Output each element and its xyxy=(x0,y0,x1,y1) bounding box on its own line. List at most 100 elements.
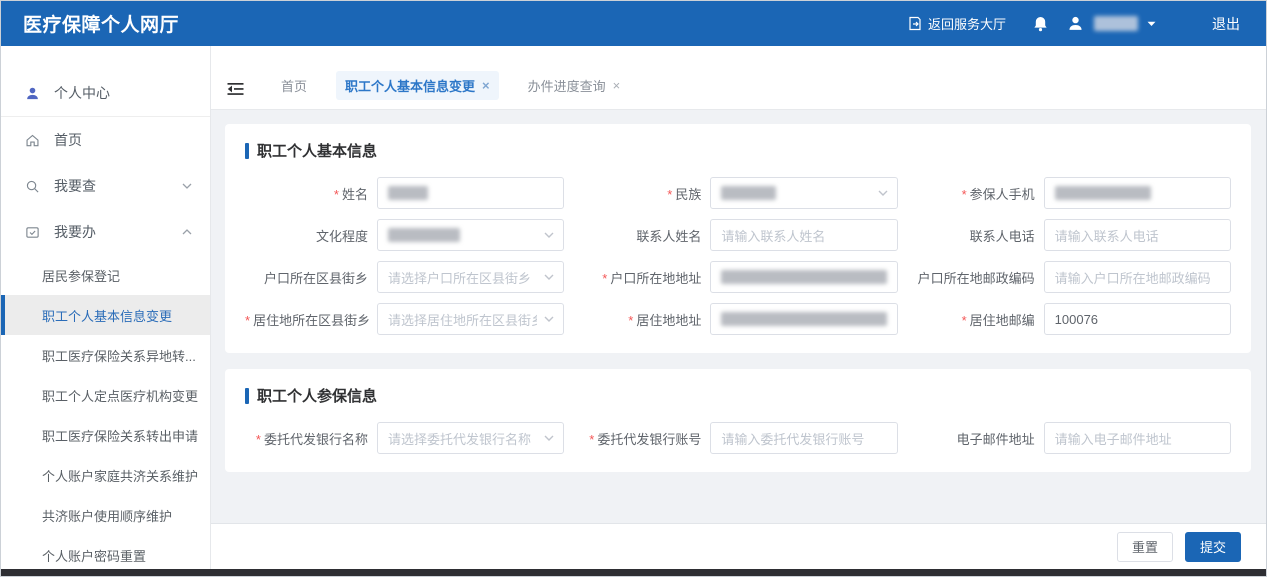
sidebar-subitem-label: 共济账户使用顺序维护 xyxy=(42,506,172,525)
section-title-text: 职工个人基本信息 xyxy=(257,140,377,161)
form-field-residence-district: *居住地所在区县街乡请选择居住地所在区县街乡 xyxy=(245,303,564,335)
form-field-hukou-address: *户口所在地地址 xyxy=(578,261,897,293)
redacted-value xyxy=(388,186,428,200)
field-placeholder: 请输入电子邮件地址 xyxy=(1055,429,1172,448)
required-asterisk: * xyxy=(667,187,672,202)
select-hukou-district[interactable]: 请选择户口所在区县街乡 xyxy=(377,261,564,293)
return-hall-label: 返回服务大厅 xyxy=(928,14,1006,33)
section-title: 职工个人基本信息 xyxy=(245,140,1231,161)
field-placeholder: 请选择委托代发银行名称 xyxy=(388,429,531,448)
sidebar-item-query[interactable]: 我要查 xyxy=(1,163,210,209)
sidebar-item-label: 我要办 xyxy=(54,222,182,242)
chevron-down-icon xyxy=(544,274,554,280)
input-name[interactable] xyxy=(377,177,564,209)
window-bottom-bar xyxy=(1,569,1266,576)
form-field-bank-name: *委托代发银行名称请选择委托代发银行名称 xyxy=(245,422,564,454)
sidebar-subitem[interactable]: 职工医疗保险关系异地转... xyxy=(1,335,210,375)
app-window: 医疗保障个人网厅 返回服务大厅 退出 xyxy=(0,0,1267,577)
field-label: 联系人姓名 xyxy=(578,226,710,245)
sidebar-item-label: 首页 xyxy=(54,130,82,150)
user-icon[interactable] xyxy=(1067,15,1084,32)
sidebar-item-personal-center[interactable]: 个人中心 xyxy=(1,70,210,116)
logout-button[interactable]: 退出 xyxy=(1212,14,1240,34)
input-hukou-address[interactable] xyxy=(710,261,897,293)
input-bank-account[interactable]: 请输入委托代发银行账号 xyxy=(710,422,897,454)
bell-icon[interactable] xyxy=(1032,15,1049,33)
required-asterisk: * xyxy=(962,313,967,328)
required-asterisk: * xyxy=(602,271,607,286)
form-field-hukou-district: 户口所在区县街乡请选择户口所在区县街乡 xyxy=(245,261,564,293)
document-return-icon xyxy=(908,16,922,31)
form-field-contact-phone: 联系人电话请输入联系人电话 xyxy=(912,219,1231,251)
sidebar-subitem-label: 个人账户密码重置 xyxy=(42,546,146,565)
tab-progress-query[interactable]: 办件进度查询 × xyxy=(519,71,630,100)
input-residence-address[interactable] xyxy=(710,303,897,335)
title-accent-bar xyxy=(245,388,249,404)
form-field-hukou-postcode: 户口所在地邮政编码请输入户口所在地邮政编码 xyxy=(912,261,1231,293)
username-redacted[interactable] xyxy=(1094,16,1138,31)
input-contact-name[interactable]: 请输入联系人姓名 xyxy=(710,219,897,251)
caret-down-icon[interactable] xyxy=(1147,21,1156,27)
form-field-email: 电子邮件地址请输入电子邮件地址 xyxy=(912,422,1231,454)
tab-home[interactable]: 首页 xyxy=(272,71,316,100)
sidebar-subitem[interactable]: 个人账户密码重置 xyxy=(1,535,210,569)
close-icon[interactable]: × xyxy=(613,79,621,92)
reset-button[interactable]: 重置 xyxy=(1117,532,1173,562)
tasks-icon xyxy=(24,225,41,240)
form-field-ethnicity: *民族 xyxy=(578,177,897,209)
submit-button[interactable]: 提交 xyxy=(1185,532,1241,562)
field-placeholder: 请输入联系人姓名 xyxy=(721,226,825,245)
field-label: *参保人手机 xyxy=(912,184,1044,203)
form-field-education: 文化程度 xyxy=(245,219,564,251)
form-grid: *委托代发银行名称请选择委托代发银行名称 *委托代发银行账号请输入委托代发银行账号… xyxy=(245,422,1231,454)
input-email[interactable]: 请输入电子邮件地址 xyxy=(1044,422,1231,454)
section-title-text: 职工个人参保信息 xyxy=(257,385,377,406)
required-asterisk: * xyxy=(256,432,261,447)
field-placeholder: 请输入户口所在地邮政编码 xyxy=(1055,268,1211,287)
sidebar-subitem[interactable]: 个人账户家庭共济关系维护 xyxy=(1,455,210,495)
field-label: *姓名 xyxy=(245,184,377,203)
search-icon xyxy=(24,179,41,194)
redacted-value xyxy=(721,270,886,284)
field-label: *委托代发银行名称 xyxy=(245,429,377,448)
field-placeholder: 请选择居住地所在区县街乡 xyxy=(388,310,537,329)
select-residence-district[interactable]: 请选择居住地所在区县街乡 xyxy=(377,303,564,335)
sidebar-item-handle[interactable]: 我要办 xyxy=(1,209,210,255)
sidebar: 个人中心 首页 我要查 xyxy=(1,46,211,569)
sidebar-subitem[interactable]: 共济账户使用顺序维护 xyxy=(1,495,210,535)
sidebar-subitem[interactable]: 居民参保登记 xyxy=(1,255,210,295)
input-insured-mobile[interactable] xyxy=(1044,177,1231,209)
section-insure-info: 职工个人参保信息 *委托代发银行名称请选择委托代发银行名称 *委托代发银行账号请输… xyxy=(225,369,1251,472)
field-label: *居住地所在区县街乡 xyxy=(245,310,377,329)
select-bank-name[interactable]: 请选择委托代发银行名称 xyxy=(377,422,564,454)
sidebar-subitem-label: 居民参保登记 xyxy=(42,266,120,285)
sidebar-submenu: 居民参保登记职工个人基本信息变更职工医疗保险关系异地转...职工个人定点医疗机构… xyxy=(1,255,210,569)
form-field-bank-account: *委托代发银行账号请输入委托代发银行账号 xyxy=(578,422,897,454)
form-field-insured-mobile: *参保人手机 xyxy=(912,177,1231,209)
chevron-down-icon xyxy=(544,435,554,441)
collapse-sidebar-icon[interactable] xyxy=(221,78,252,100)
chevron-down-icon xyxy=(878,190,888,196)
chevron-down-icon xyxy=(544,232,554,238)
input-contact-phone[interactable]: 请输入联系人电话 xyxy=(1044,219,1231,251)
chevron-down-icon xyxy=(182,183,192,189)
select-ethnicity[interactable] xyxy=(710,177,897,209)
tab-employee-info-change[interactable]: 职工个人基本信息变更 × xyxy=(336,71,499,100)
sidebar-subitem[interactable]: 职工个人基本信息变更 xyxy=(1,295,210,335)
return-hall-link[interactable]: 返回服务大厅 xyxy=(908,14,1006,33)
form-field-residence-postcode: *居住地邮编100076 xyxy=(912,303,1231,335)
sidebar-item-home[interactable]: 首页 xyxy=(1,117,210,163)
sidebar-item-label: 我要查 xyxy=(54,176,182,196)
sidebar-subitem[interactable]: 职工医疗保险关系转出申请 xyxy=(1,415,210,455)
input-hukou-postcode[interactable]: 请输入户口所在地邮政编码 xyxy=(1044,261,1231,293)
chevron-down-icon xyxy=(544,316,554,322)
form-field-name: *姓名 xyxy=(245,177,564,209)
input-residence-postcode[interactable]: 100076 xyxy=(1044,303,1231,335)
select-education[interactable] xyxy=(377,219,564,251)
close-icon[interactable]: × xyxy=(482,79,490,92)
sidebar-subitem[interactable]: 职工个人定点医疗机构变更 xyxy=(1,375,210,415)
field-label: *居住地地址 xyxy=(578,310,710,329)
field-label: 电子邮件地址 xyxy=(912,429,1044,448)
person-icon xyxy=(24,86,41,101)
tab-bar: 首页 职工个人基本信息变更 × 办件进度查询 × xyxy=(211,46,1266,110)
